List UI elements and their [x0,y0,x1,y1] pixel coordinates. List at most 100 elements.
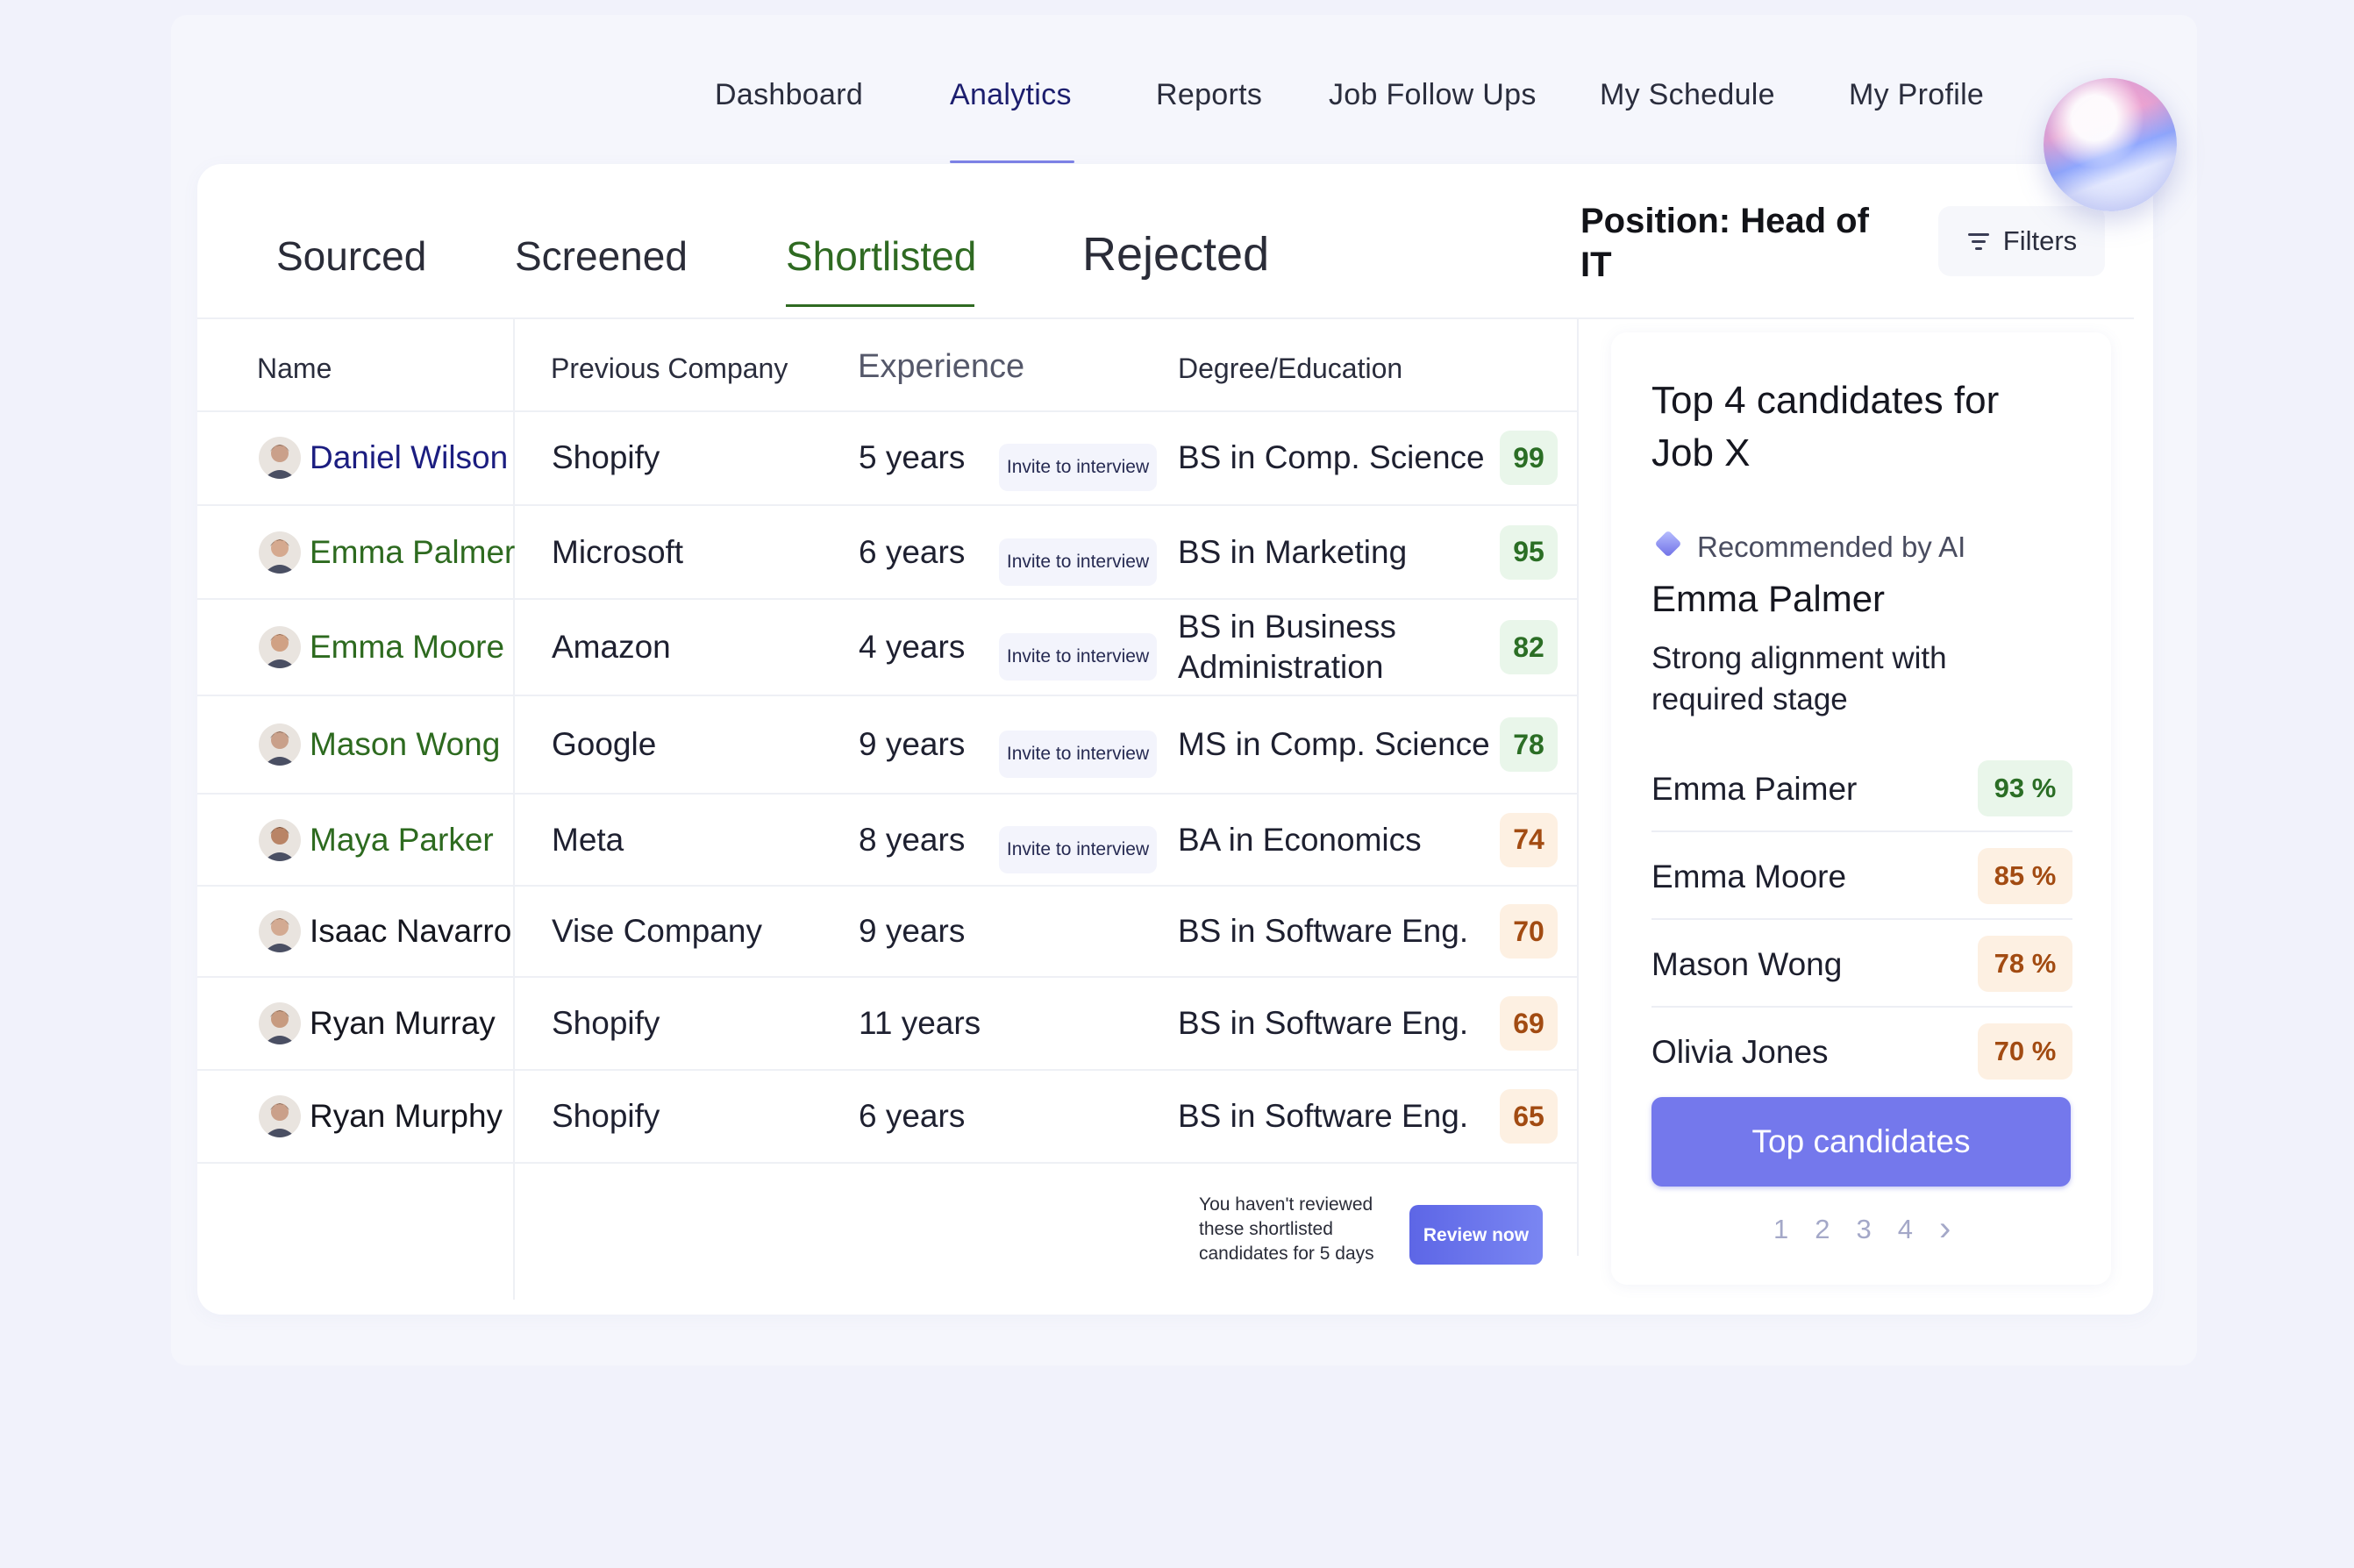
ranked-candidate-name[interactable]: Olivia Jones [1651,1034,1829,1071]
experience: 9 years [859,726,966,762]
ai-assistant-orb[interactable] [2044,78,2177,211]
nav-reports[interactable]: Reports [1156,78,1262,112]
top-candidates-button[interactable]: Top candidates [1651,1097,2071,1187]
candidate-name[interactable]: Emma Moore [310,627,504,667]
candidate-name-cell[interactable]: Ryan Murphy [259,1095,503,1137]
previous-company: Microsoft [552,533,684,570]
match-score-badge: 95 [1500,524,1558,580]
candidate-name[interactable]: Ryan Murphy [310,1096,503,1137]
experience: 5 years [859,439,966,475]
ranked-candidate-name[interactable]: Emma Paimer [1651,771,1857,808]
candidate-name-cell[interactable]: Isaac Navarro [259,910,511,952]
match-score-badge: 78 [1500,717,1558,772]
avatar [259,910,301,952]
table-row[interactable]: Ryan Murphy Shopify 6 years BS in Softwa… [197,1070,1579,1164]
tab-shortlisted[interactable]: Shortlisted [786,232,976,280]
table-row[interactable]: Emma Moore Amazon 4 years Invite to inte… [197,599,1579,696]
degree: BS in Comp. Science [1178,439,1485,475]
ranked-candidate-name[interactable]: Mason Wong [1651,946,1842,983]
match-score-badge: 74 [1500,812,1558,867]
experience: 4 years [859,629,966,665]
candidate-name-cell[interactable]: Emma Palmer [259,531,515,574]
review-now-button[interactable]: Review now [1409,1205,1543,1265]
filters-label: Filters [2002,225,2078,256]
match-score-badge: 69 [1500,996,1558,1051]
column-header-company[interactable]: Previous Company [551,353,788,385]
page-2[interactable]: 2 [1815,1214,1830,1245]
candidate-name-cell[interactable]: Emma Moore [259,626,504,668]
ranked-candidate-row[interactable]: Mason Wong 78 % [1651,920,2072,1008]
match-score-badge: 70 [1500,904,1558,959]
nav-my-profile[interactable]: My Profile [1849,78,1984,112]
column-header-experience[interactable]: Experience [858,348,1024,386]
avatar [259,1095,301,1137]
tab-active-indicator [786,304,974,307]
column-header-name[interactable]: Name [257,353,332,385]
page-3[interactable]: 3 [1857,1214,1872,1245]
invite-to-interview-button[interactable]: Invite to interview [999,825,1157,873]
nav-dashboard[interactable]: Dashboard [715,78,863,112]
candidate-name[interactable]: Mason Wong [310,724,500,765]
header-divider [197,317,2134,319]
candidates-card: Sourced Screened Shortlisted Rejected Po… [197,164,2153,1315]
review-reminder-text: You haven't reviewed these shortlisted c… [1199,1194,1374,1264]
match-percent-badge: 93 % [1978,760,2072,816]
ranked-candidate-row[interactable]: Olivia Jones 70 % [1651,1008,2072,1095]
candidate-name-cell[interactable]: Mason Wong [259,723,500,766]
featured-candidate-name[interactable]: Emma Palmer [1651,578,1885,620]
candidate-name[interactable]: Emma Palmer [310,532,515,573]
invite-to-interview-button[interactable]: Invite to interview [999,444,1157,491]
table-row[interactable]: Emma Palmer Microsoft 6 years Invite to … [197,505,1579,600]
column-header-degree[interactable]: Degree/Education [1178,353,1402,385]
invite-to-interview-button[interactable]: Invite to interview [999,731,1157,778]
nav-job-follow-ups[interactable]: Job Follow Ups [1329,78,1537,112]
degree: BS in Marketing [1178,533,1408,570]
filter-icon [1966,231,1991,252]
table-row[interactable]: Mason Wong Google 9 years Invite to inte… [197,695,1579,795]
previous-company: Shopify [552,1005,660,1041]
match-score-badge: 99 [1500,431,1558,485]
candidate-name[interactable]: Isaac Navarro [310,911,511,951]
candidate-name-cell[interactable]: Ryan Murray [259,1002,496,1044]
next-page-icon[interactable]: › [1939,1209,1951,1249]
avatar [259,531,301,574]
table-row[interactable]: Isaac Navarro Vise Company 9 years BS in… [197,886,1579,978]
tab-sourced[interactable]: Sourced [276,232,426,280]
filters-button[interactable]: Filters [1938,206,2105,276]
candidate-name[interactable]: Maya Parker [310,820,494,860]
previous-company: Vise Company [552,913,762,949]
invite-to-interview-button[interactable]: Invite to interview [999,538,1157,586]
degree: MS in Comp. Science [1178,726,1490,762]
candidate-name[interactable]: Ryan Murray [310,1003,496,1044]
nav-active-indicator [950,160,1074,163]
degree: BS in Software Eng. [1178,1098,1469,1134]
page-1[interactable]: 1 [1773,1214,1788,1245]
tab-rejected[interactable]: Rejected [1082,227,1269,282]
panel-title: Top 4 candidates for Job X [1651,379,2000,474]
previous-company: Shopify [552,1098,660,1134]
table-row[interactable]: Maya Parker Meta 8 years Invite to inter… [197,794,1579,887]
ranked-candidate-row[interactable]: Emma Moore 85 % [1651,832,2072,920]
candidate-name-cell[interactable]: Daniel Wilson [259,437,508,479]
position-title: Position: Head of IT [1580,202,1869,284]
match-percent-badge: 78 % [1978,936,2072,992]
avatar [259,723,301,766]
tab-screened[interactable]: Screened [515,232,688,280]
candidate-name-cell[interactable]: Maya Parker [259,818,494,861]
experience: 6 years [859,1098,966,1134]
ranked-candidate-name[interactable]: Emma Moore [1651,859,1846,895]
previous-company: Amazon [552,629,671,665]
table-row[interactable]: Daniel Wilson Shopify 5 years Invite to … [197,410,1579,506]
featured-candidate-reason: Strong alignment with required stage [1651,641,1947,716]
candidate-name[interactable]: Daniel Wilson [310,438,508,478]
avatar [259,818,301,861]
ranked-candidate-row[interactable]: Emma Paimer 93 % [1651,745,2072,832]
top-navigation: Dashboard Analytics Reports Job Follow U… [171,15,2197,164]
avatar [259,626,301,668]
table-row[interactable]: Ryan Murray Shopify 11 years BS in Softw… [197,977,1579,1071]
invite-to-interview-button[interactable]: Invite to interview [999,633,1157,681]
previous-company: Shopify [552,439,660,475]
nav-my-schedule[interactable]: My Schedule [1600,78,1775,112]
nav-analytics[interactable]: Analytics [950,78,1072,112]
page-4[interactable]: 4 [1898,1214,1913,1245]
